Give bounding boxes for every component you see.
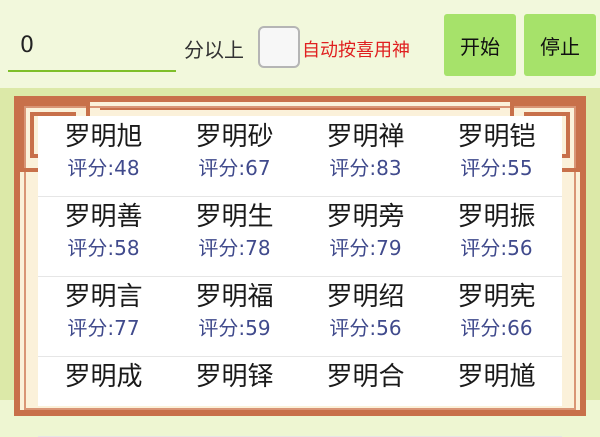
score-text: 评分:83 [329, 156, 402, 180]
name-cell[interactable]: 罗明福 评分:59 [169, 276, 300, 356]
auto-label: 自动按喜用神 [302, 40, 410, 61]
name-text: 罗明合 [326, 362, 405, 392]
name-row: 罗明善 评分:58 罗明生 评分:78 罗明旁 评分:79 罗明振 评分:56 [38, 196, 562, 277]
score-text: 评分:67 [198, 156, 271, 180]
score-text: 评分:55 [460, 156, 533, 180]
score-text: 评分:79 [329, 236, 402, 260]
name-row: 罗明言 评分:77 罗明福 评分:59 罗明绍 评分:56 罗明宪 评分:66 [38, 276, 562, 357]
score-text: 评分:48 [67, 156, 140, 180]
above-label: 分以上 [184, 38, 244, 62]
name-text: 罗明旭 [64, 122, 143, 152]
score-text: 评分:77 [67, 316, 140, 340]
name-text: 罗明绍 [326, 282, 405, 312]
toolbar: 分以上 自动按喜用神 开始 停止 [0, 0, 600, 88]
name-cell[interactable]: 罗明生 评分:78 [169, 196, 300, 276]
name-text: 罗明砂 [195, 122, 274, 152]
stop-button[interactable]: 停止 [524, 14, 596, 76]
score-text: 评分:58 [67, 236, 140, 260]
name-cell[interactable]: 罗明馗 [431, 356, 562, 436]
min-score-input[interactable] [8, 20, 176, 72]
name-cell[interactable]: 罗明旭 评分:48 [38, 116, 169, 196]
name-text: 罗明旁 [326, 202, 405, 232]
name-text: 罗明福 [195, 282, 274, 312]
results-panel: 罗明旭 评分:48 罗明砂 评分:67 罗明禅 评分:83 罗明铠 评分:55 … [0, 88, 600, 437]
name-text: 罗明铠 [457, 122, 536, 152]
name-text: 罗明生 [195, 202, 274, 232]
name-row: 罗明旭 评分:48 罗明砂 评分:67 罗明禅 评分:83 罗明铠 评分:55 [38, 116, 562, 197]
score-text: 评分:56 [460, 236, 533, 260]
name-cell[interactable]: 罗明砂 评分:67 [169, 116, 300, 196]
name-text: 罗明振 [457, 202, 536, 232]
name-cell[interactable]: 罗明铎 [169, 356, 300, 436]
score-text: 评分:59 [198, 316, 271, 340]
name-text: 罗明馗 [457, 362, 536, 392]
name-cell[interactable]: 罗明振 评分:56 [431, 196, 562, 276]
name-cell[interactable]: 罗明禅 评分:83 [300, 116, 431, 196]
name-text: 罗明善 [64, 202, 143, 232]
score-text: 评分:66 [460, 316, 533, 340]
auto-checkbox[interactable] [258, 26, 300, 68]
name-cell[interactable]: 罗明成 [38, 356, 169, 436]
name-grid: 罗明旭 评分:48 罗明砂 评分:67 罗明禅 评分:83 罗明铠 评分:55 … [38, 116, 562, 437]
name-text: 罗明言 [64, 282, 143, 312]
name-text: 罗明铎 [195, 362, 274, 392]
score-text: 评分:78 [198, 236, 271, 260]
start-button[interactable]: 开始 [444, 14, 516, 76]
name-cell[interactable]: 罗明宪 评分:66 [431, 276, 562, 356]
name-text: 罗明禅 [326, 122, 405, 152]
name-text: 罗明成 [64, 362, 143, 392]
name-cell[interactable]: 罗明善 评分:58 [38, 196, 169, 276]
score-text: 评分:56 [329, 316, 402, 340]
name-cell[interactable]: 罗明旁 评分:79 [300, 196, 431, 276]
name-text: 罗明宪 [457, 282, 536, 312]
name-cell[interactable]: 罗明绍 评分:56 [300, 276, 431, 356]
name-cell[interactable]: 罗明铠 评分:55 [431, 116, 562, 196]
name-row: 罗明成 罗明铎 罗明合 罗明馗 [38, 356, 562, 437]
name-cell[interactable]: 罗明言 评分:77 [38, 276, 169, 356]
name-cell[interactable]: 罗明合 [300, 356, 431, 436]
